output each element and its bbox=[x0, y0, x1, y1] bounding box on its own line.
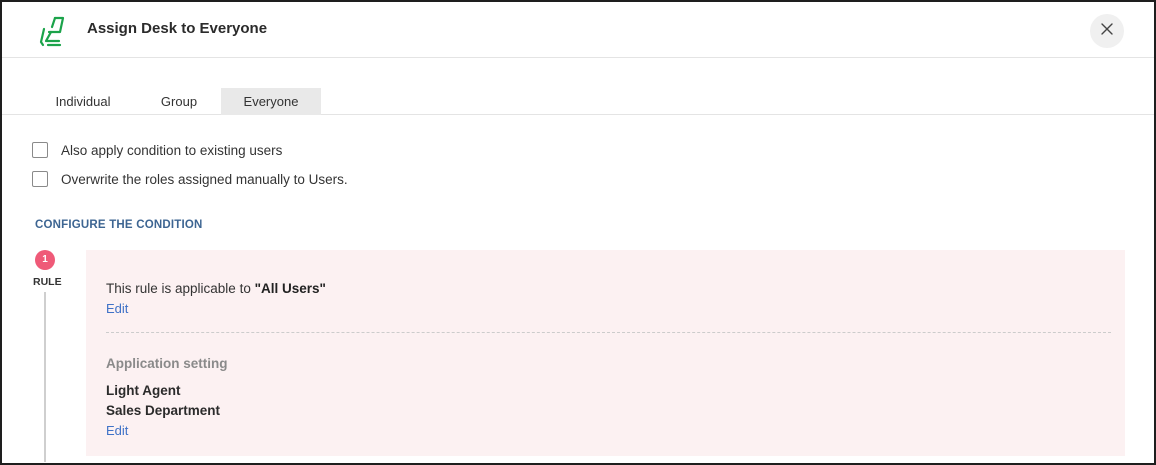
section-heading: CONFIGURE THE CONDITION bbox=[35, 219, 203, 231]
rule-applicability: This rule is applicable to "All Users" bbox=[106, 281, 326, 296]
dialog-header: Assign Desk to Everyone bbox=[2, 2, 1154, 58]
desk-chair-icon bbox=[38, 15, 68, 47]
edit-rule-link[interactable]: Edit bbox=[106, 301, 128, 316]
overwrite-roles-label: Overwrite the roles assigned manually to… bbox=[61, 171, 348, 187]
rule-step-number: 1 bbox=[35, 250, 55, 270]
dialog-title: Assign Desk to Everyone bbox=[87, 20, 268, 37]
close-button[interactable] bbox=[1090, 14, 1124, 48]
dialog: Assign Desk to Everyone Individual Group… bbox=[0, 0, 1156, 465]
rule-applicability-prefix: This rule is applicable to bbox=[106, 281, 251, 296]
tab-individual[interactable]: Individual bbox=[34, 88, 132, 115]
overwrite-roles-checkbox[interactable] bbox=[32, 171, 48, 187]
tab-everyone[interactable]: Everyone bbox=[221, 88, 321, 115]
application-setting-heading: Application setting bbox=[106, 356, 228, 371]
rule-divider bbox=[106, 332, 1111, 333]
setting-department-value: Sales Department bbox=[106, 403, 221, 418]
edit-setting-link[interactable]: Edit bbox=[106, 423, 128, 438]
rule-card: This rule is applicable to "All Users" E… bbox=[86, 250, 1125, 456]
rule-step-label: RULE bbox=[33, 276, 62, 288]
tab-group[interactable]: Group bbox=[140, 88, 218, 115]
existing-users-label: Also apply condition to existing users bbox=[61, 142, 283, 158]
rule-applicability-value: "All Users" bbox=[254, 281, 326, 296]
existing-users-checkbox[interactable] bbox=[32, 142, 48, 158]
setting-role-value: Light Agent bbox=[106, 383, 181, 398]
rule-step-line bbox=[44, 292, 46, 462]
option-existing-users: Also apply condition to existing users bbox=[32, 141, 282, 159]
close-icon bbox=[1100, 22, 1114, 41]
option-overwrite-roles: Overwrite the roles assigned manually to… bbox=[32, 170, 348, 188]
tab-bar: Individual Group Everyone bbox=[2, 88, 1154, 115]
